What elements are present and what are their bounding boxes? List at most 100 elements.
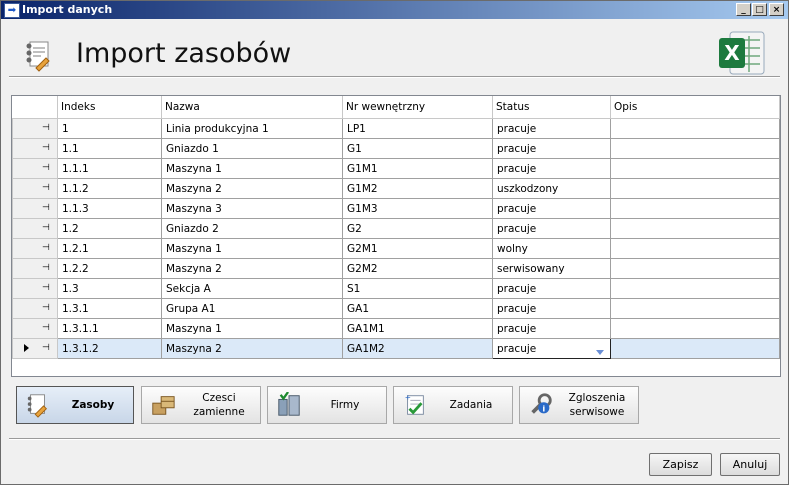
row-header[interactable]: ⊣	[12, 218, 58, 239]
cell-nazwa[interactable]: Maszyna 1	[161, 238, 343, 259]
table-row[interactable]: ⊣ 1.2 Gniazdo 2 G2 pracuje	[12, 218, 780, 239]
cell-opis[interactable]	[610, 138, 780, 159]
cell-status[interactable]: pracuje	[492, 278, 611, 299]
table-row[interactable]: ⊣ 1.3.1.1 Maszyna 1 GA1M1 pracuje	[12, 318, 780, 339]
table-row[interactable]: ⊣ 1.3.1.2 Maszyna 2 GA1M2 pracuje	[12, 338, 780, 359]
cell-opis[interactable]	[610, 178, 780, 199]
cell-indeks[interactable]: 1.1.2	[57, 178, 162, 199]
cell-opis[interactable]	[610, 198, 780, 219]
table-row[interactable]: ⊣ 1.3.1 Grupa A1 GA1 pracuje	[12, 298, 780, 319]
table-row[interactable]: ⊣ 1 Linia produkcyjna 1 LP1 pracuje	[12, 118, 780, 139]
cell-opis[interactable]	[610, 258, 780, 279]
cell-nazwa[interactable]: Maszyna 2	[161, 258, 343, 279]
cell-opis[interactable]	[610, 118, 780, 139]
cell-nr-wewnetrzny[interactable]: G1M1	[342, 158, 493, 179]
minimize-button[interactable]: _	[736, 3, 751, 16]
cell-opis[interactable]	[610, 158, 780, 179]
cell-indeks[interactable]: 1.3.1.1	[57, 318, 162, 339]
column-header-opis[interactable]: Opis	[610, 96, 780, 119]
cell-indeks[interactable]: 1	[57, 118, 162, 139]
chevron-down-icon[interactable]	[596, 349, 604, 355]
cell-nazwa[interactable]: Gniazdo 2	[161, 218, 343, 239]
table-row[interactable]: ⊣ 1.1.2 Maszyna 2 G1M2 uszkodzony	[12, 178, 780, 199]
cell-nr-wewnetrzny[interactable]: G1M3	[342, 198, 493, 219]
cell-nazwa[interactable]: Maszyna 1	[161, 318, 343, 339]
cell-nazwa[interactable]: Maszyna 2	[161, 178, 343, 199]
row-header[interactable]: ⊣	[12, 118, 58, 139]
table-row[interactable]: ⊣ 1.1.3 Maszyna 3 G1M3 pracuje	[12, 198, 780, 219]
cell-indeks[interactable]: 1.3.1.2	[57, 338, 162, 359]
excel-icon[interactable]: X	[716, 28, 768, 78]
cell-status[interactable]: pracuje	[492, 218, 611, 239]
cell-status[interactable]: pracuje	[492, 138, 611, 159]
cell-opis[interactable]	[610, 278, 780, 299]
close-button[interactable]: ×	[769, 3, 784, 16]
cell-opis[interactable]	[610, 238, 780, 259]
module-button-zgloszenia-serwisowe[interactable]: i Zgloszenia serwisowe	[519, 386, 639, 424]
cell-status[interactable]: pracuje	[492, 118, 611, 139]
table-row[interactable]: ⊣ 1.1 Gniazdo 1 G1 pracuje	[12, 138, 780, 159]
cell-nazwa[interactable]: Maszyna 3	[161, 198, 343, 219]
cell-status[interactable]: uszkodzony	[492, 178, 611, 199]
status-dropdown[interactable]: pracuje	[492, 338, 611, 359]
table-row[interactable]: ⊣ 1.3 Sekcja A S1 pracuje	[12, 278, 780, 299]
row-header[interactable]: ⊣	[12, 338, 58, 359]
table-row[interactable]: ⊣ 1.2.2 Maszyna 2 G2M2 serwisowany	[12, 258, 780, 279]
cell-indeks[interactable]: 1.3.1	[57, 298, 162, 319]
cell-status[interactable]: serwisowany	[492, 258, 611, 279]
cell-indeks[interactable]: 1.1.3	[57, 198, 162, 219]
assets-grid[interactable]: Indeks Nazwa Nr wewnętrzny Status Opis ⊣…	[11, 95, 781, 377]
cell-status[interactable]: pracuje	[492, 198, 611, 219]
cell-status[interactable]: pracuje	[492, 158, 611, 179]
row-header[interactable]: ⊣	[12, 158, 58, 179]
cell-nr-wewnetrzny[interactable]: LP1	[342, 118, 493, 139]
row-header[interactable]: ⊣	[12, 198, 58, 219]
cell-status[interactable]: pracuje	[492, 298, 611, 319]
column-header-indeks[interactable]: Indeks	[57, 96, 162, 119]
cell-indeks[interactable]: 1.1.1	[57, 158, 162, 179]
row-header[interactable]: ⊣	[12, 278, 58, 299]
cell-nr-wewnetrzny[interactable]: G1M2	[342, 178, 493, 199]
cell-nr-wewnetrzny[interactable]: G1	[342, 138, 493, 159]
module-button-czesci-zamienne[interactable]: Czesci zamienne	[141, 386, 261, 424]
cell-nr-wewnetrzny[interactable]: GA1	[342, 298, 493, 319]
maximize-button[interactable]: □	[752, 3, 767, 16]
cell-nazwa[interactable]: Maszyna 1	[161, 158, 343, 179]
module-button-zadania[interactable]: + Zadania	[393, 386, 513, 424]
cell-nr-wewnetrzny[interactable]: G2	[342, 218, 493, 239]
column-header-nazwa[interactable]: Nazwa	[161, 96, 343, 119]
cell-indeks[interactable]: 1.1	[57, 138, 162, 159]
cell-nazwa[interactable]: Grupa A1	[161, 298, 343, 319]
cell-nazwa[interactable]: Maszyna 2	[161, 338, 343, 359]
module-button-firmy[interactable]: Firmy	[267, 386, 387, 424]
cell-nr-wewnetrzny[interactable]: G2M2	[342, 258, 493, 279]
cell-nr-wewnetrzny[interactable]: GA1M2	[342, 338, 493, 359]
row-header[interactable]: ⊣	[12, 178, 58, 199]
cell-nr-wewnetrzny[interactable]: GA1M1	[342, 318, 493, 339]
row-header[interactable]: ⊣	[12, 238, 58, 259]
cell-opis[interactable]	[610, 298, 780, 319]
table-row[interactable]: ⊣ 1.2.1 Maszyna 1 G2M1 wolny	[12, 238, 780, 259]
row-header[interactable]: ⊣	[12, 298, 58, 319]
cancel-button[interactable]: Anuluj	[720, 453, 780, 476]
column-header-nr-wewnetrzny[interactable]: Nr wewnętrzny	[342, 96, 493, 119]
cell-indeks[interactable]: 1.2	[57, 218, 162, 239]
cell-opis[interactable]	[610, 218, 780, 239]
module-button-zasoby[interactable]: Zasoby	[16, 386, 134, 424]
save-button[interactable]: Zapisz	[649, 453, 712, 476]
column-header-status[interactable]: Status	[492, 96, 611, 119]
cell-status[interactable]: wolny	[492, 238, 611, 259]
cell-indeks[interactable]: 1.3	[57, 278, 162, 299]
cell-indeks[interactable]: 1.2.1	[57, 238, 162, 259]
table-row[interactable]: ⊣ 1.1.1 Maszyna 1 G1M1 pracuje	[12, 158, 780, 179]
cell-nr-wewnetrzny[interactable]: G2M1	[342, 238, 493, 259]
cell-indeks[interactable]: 1.2.2	[57, 258, 162, 279]
cell-opis[interactable]	[610, 338, 780, 359]
row-header[interactable]: ⊣	[12, 138, 58, 159]
cell-opis[interactable]	[610, 318, 780, 339]
row-header[interactable]: ⊣	[12, 318, 58, 339]
row-header[interactable]: ⊣	[12, 258, 58, 279]
cell-nr-wewnetrzny[interactable]: S1	[342, 278, 493, 299]
cell-nazwa[interactable]: Linia produkcyjna 1	[161, 118, 343, 139]
cell-status[interactable]: pracuje	[492, 318, 611, 339]
